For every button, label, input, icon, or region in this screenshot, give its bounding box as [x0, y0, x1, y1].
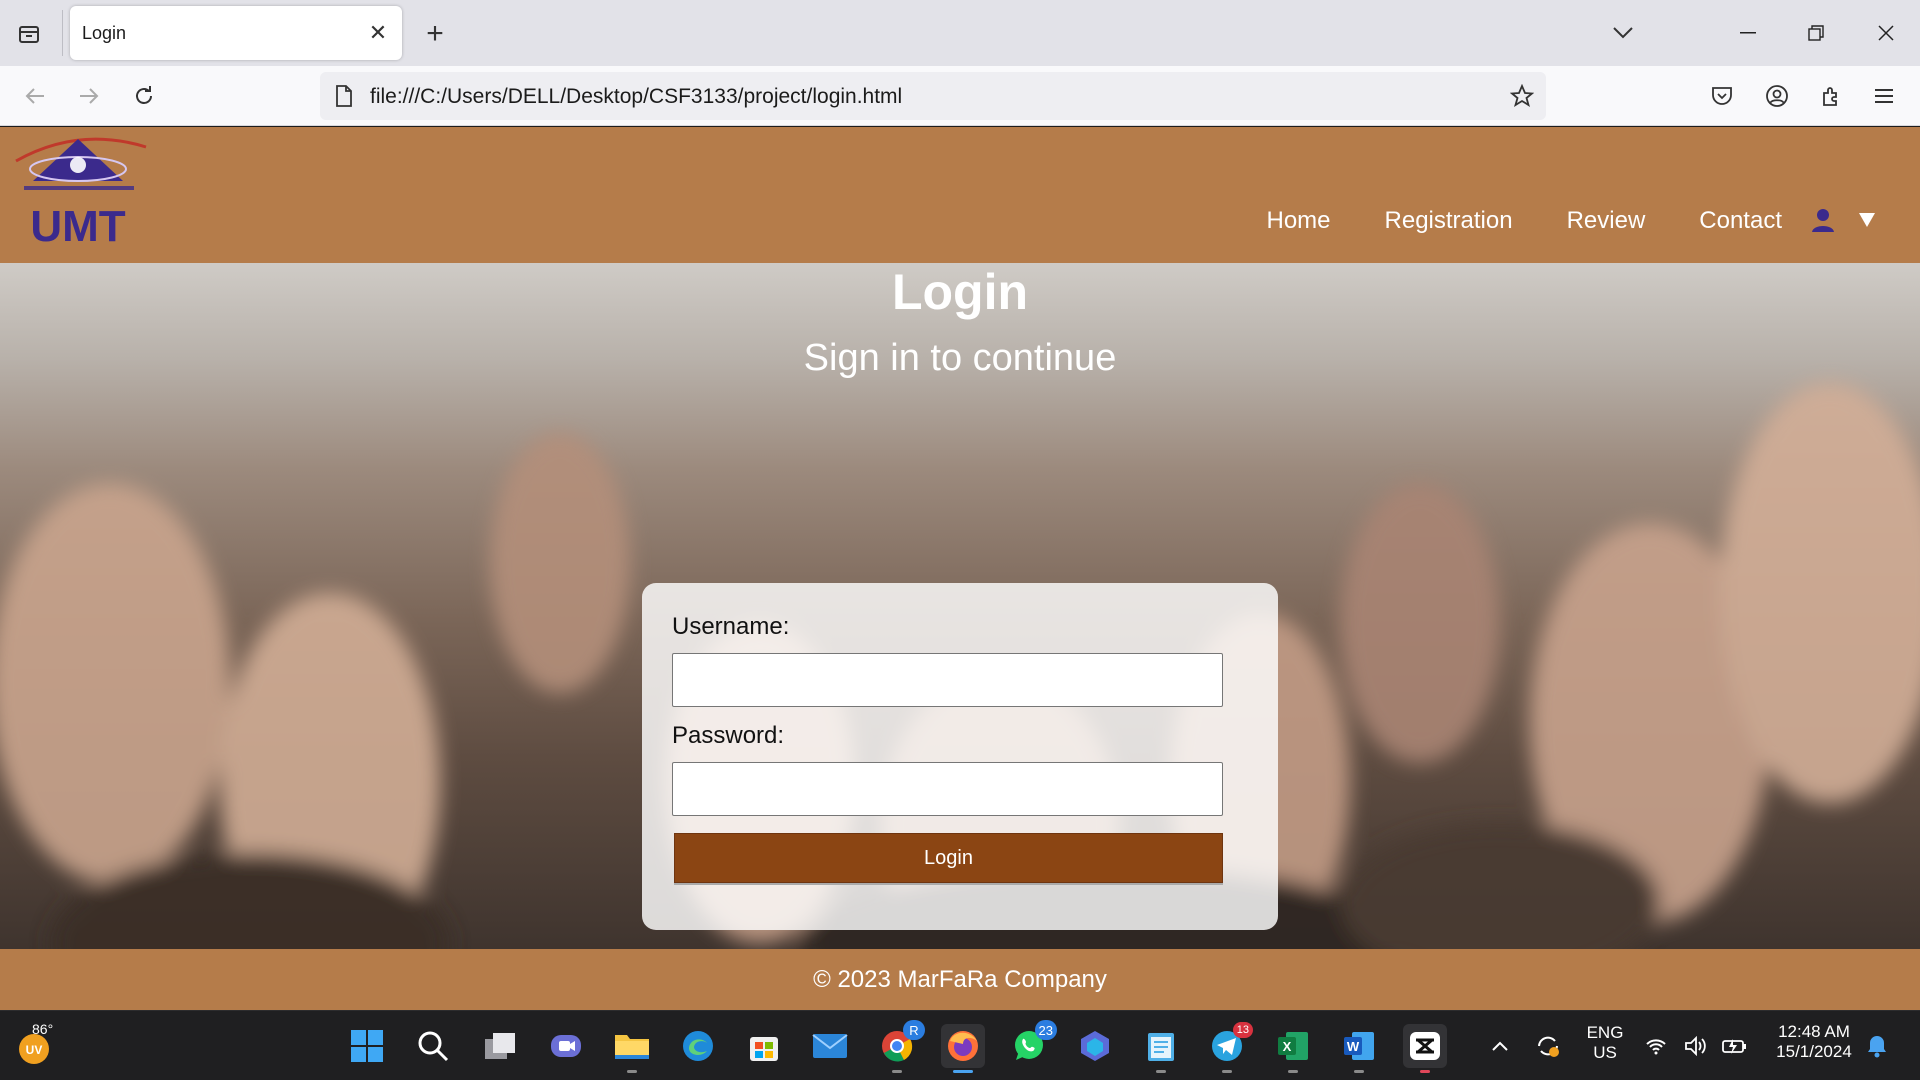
new-tab-button[interactable]: + — [418, 17, 452, 51]
logo-text: UMT — [30, 202, 125, 251]
word-icon[interactable]: W — [1337, 1024, 1381, 1073]
task-view-icon[interactable] — [478, 1024, 522, 1068]
site-footer: © 2023 MarFaRa Company — [0, 949, 1920, 1010]
file-explorer-icon[interactable] — [610, 1024, 654, 1073]
weather-temperature: 86° — [32, 1021, 54, 1037]
close-tab-icon[interactable]: ✕ — [366, 20, 390, 45]
nav-home-link[interactable]: Home — [1266, 207, 1330, 235]
running-indicator — [1354, 1070, 1364, 1073]
login-button[interactable]: Login — [674, 833, 1223, 883]
notepad-icon[interactable] — [1139, 1024, 1183, 1073]
nav-contact-link[interactable]: Contact — [1699, 207, 1782, 235]
firefox-icon[interactable] — [941, 1024, 985, 1073]
caret-down-icon[interactable] — [1858, 211, 1876, 229]
username-label: Username: — [672, 613, 790, 640]
active-indicator — [953, 1070, 973, 1073]
svg-text:X: X — [1283, 1039, 1292, 1054]
tab-login[interactable]: Login ✕ — [70, 6, 402, 60]
show-hidden-icons-chevron-icon[interactable] — [1478, 1024, 1522, 1068]
login-title: Login — [891, 264, 1029, 320]
pocket-icon[interactable] — [1705, 79, 1739, 113]
account-icon[interactable] — [1760, 79, 1794, 113]
telegram-icon[interactable]: 13 — [1205, 1022, 1253, 1073]
reload-icon[interactable] — [127, 79, 161, 113]
telegram-unread-badge: 13 — [1232, 1022, 1253, 1038]
running-indicator — [1222, 1070, 1232, 1073]
user-icon[interactable] — [1810, 207, 1836, 233]
excel-icon[interactable]: X — [1271, 1024, 1315, 1073]
password-input[interactable] — [672, 762, 1223, 816]
battery-icon[interactable] — [1718, 1024, 1750, 1068]
clock-date: 15/1/2024 — [1776, 1042, 1852, 1061]
page-icon — [332, 84, 356, 108]
windows-taskbar: UV 86° R 23 13 X W ENG US 12:48 AM 15/1/… — [0, 1010, 1920, 1080]
url-text[interactable]: file:///C:/Users/DELL/Desktop/CSF3133/pr… — [370, 85, 902, 109]
volume-icon[interactable] — [1680, 1024, 1712, 1068]
chrome-profile-badge: R — [903, 1020, 925, 1040]
language-indicator[interactable]: ENG US — [1580, 1023, 1630, 1063]
web-page: UMT Home Registration Review Contact Log… — [0, 127, 1920, 1010]
login-card: Username: Password: Login — [642, 583, 1278, 930]
running-indicator — [1288, 1070, 1298, 1073]
running-indicator — [892, 1070, 902, 1073]
extensions-icon[interactable] — [1814, 79, 1848, 113]
clock[interactable]: 12:48 AM 15/1/2024 — [1764, 1022, 1864, 1062]
running-indicator — [1420, 1070, 1430, 1073]
store-icon[interactable] — [742, 1024, 786, 1068]
nav-registration-link[interactable]: Registration — [1385, 207, 1513, 235]
minimize-window-icon[interactable] — [1718, 12, 1778, 54]
notification-bell-icon[interactable] — [1862, 1024, 1892, 1068]
close-window-icon[interactable] — [1856, 12, 1916, 54]
browser-nav-bar: file:///C:/Users/DELL/Desktop/CSF3133/pr… — [0, 66, 1920, 126]
wifi-icon[interactable] — [1640, 1024, 1672, 1068]
password-label: Password: — [672, 722, 785, 749]
umt-logo[interactable]: UMT — [8, 131, 148, 251]
hero-background: Login Sign in to continue Username: Pass… — [0, 263, 1920, 949]
svg-text:W: W — [1347, 1039, 1360, 1054]
forward-arrow-icon[interactable] — [72, 79, 106, 113]
footer-text: © 2023 MarFaRa Company — [813, 965, 1107, 993]
firefox-view-icon[interactable] — [12, 17, 46, 51]
bookmark-star-icon[interactable] — [1508, 82, 1536, 110]
back-arrow-icon[interactable] — [18, 79, 52, 113]
start-icon[interactable] — [345, 1024, 389, 1068]
running-indicator — [1156, 1070, 1166, 1073]
tab-separator — [62, 10, 63, 56]
keyboard-layout: US — [1593, 1043, 1617, 1062]
menu-icon[interactable] — [1867, 79, 1901, 113]
svg-text:UV: UV — [26, 1043, 43, 1057]
nav-review-link[interactable]: Review — [1567, 207, 1646, 235]
clock-time: 12:48 AM — [1778, 1022, 1850, 1041]
chevron-down-icon[interactable] — [1606, 18, 1640, 48]
sync-status-icon[interactable] — [1526, 1024, 1570, 1068]
search-icon[interactable] — [411, 1024, 455, 1068]
language-code: ENG — [1586, 1023, 1624, 1042]
site-nav: Home Registration Review Contact — [1266, 207, 1782, 235]
address-bar[interactable]: file:///C:/Users/DELL/Desktop/CSF3133/pr… — [320, 72, 1546, 120]
site-header: UMT Home Registration Review Contact — [0, 127, 1920, 263]
browser-tab-bar: Login ✕ + — [0, 0, 1920, 66]
edge-icon[interactable] — [676, 1024, 720, 1068]
tab-title: Login — [82, 23, 127, 43]
teams-icon[interactable] — [544, 1024, 588, 1068]
chrome-icon[interactable]: R — [875, 1020, 925, 1073]
capcut-icon[interactable] — [1403, 1024, 1447, 1073]
login-subtitle: Sign in to continue — [803, 337, 1117, 379]
mail-icon[interactable] — [808, 1024, 852, 1068]
copilot-icon[interactable] — [1073, 1024, 1117, 1068]
restore-window-icon[interactable] — [1786, 12, 1846, 54]
whatsapp-icon[interactable]: 23 — [1007, 1020, 1057, 1068]
whatsapp-unread-badge: 23 — [1034, 1020, 1057, 1040]
running-indicator — [627, 1070, 637, 1073]
username-input[interactable] — [672, 653, 1223, 707]
